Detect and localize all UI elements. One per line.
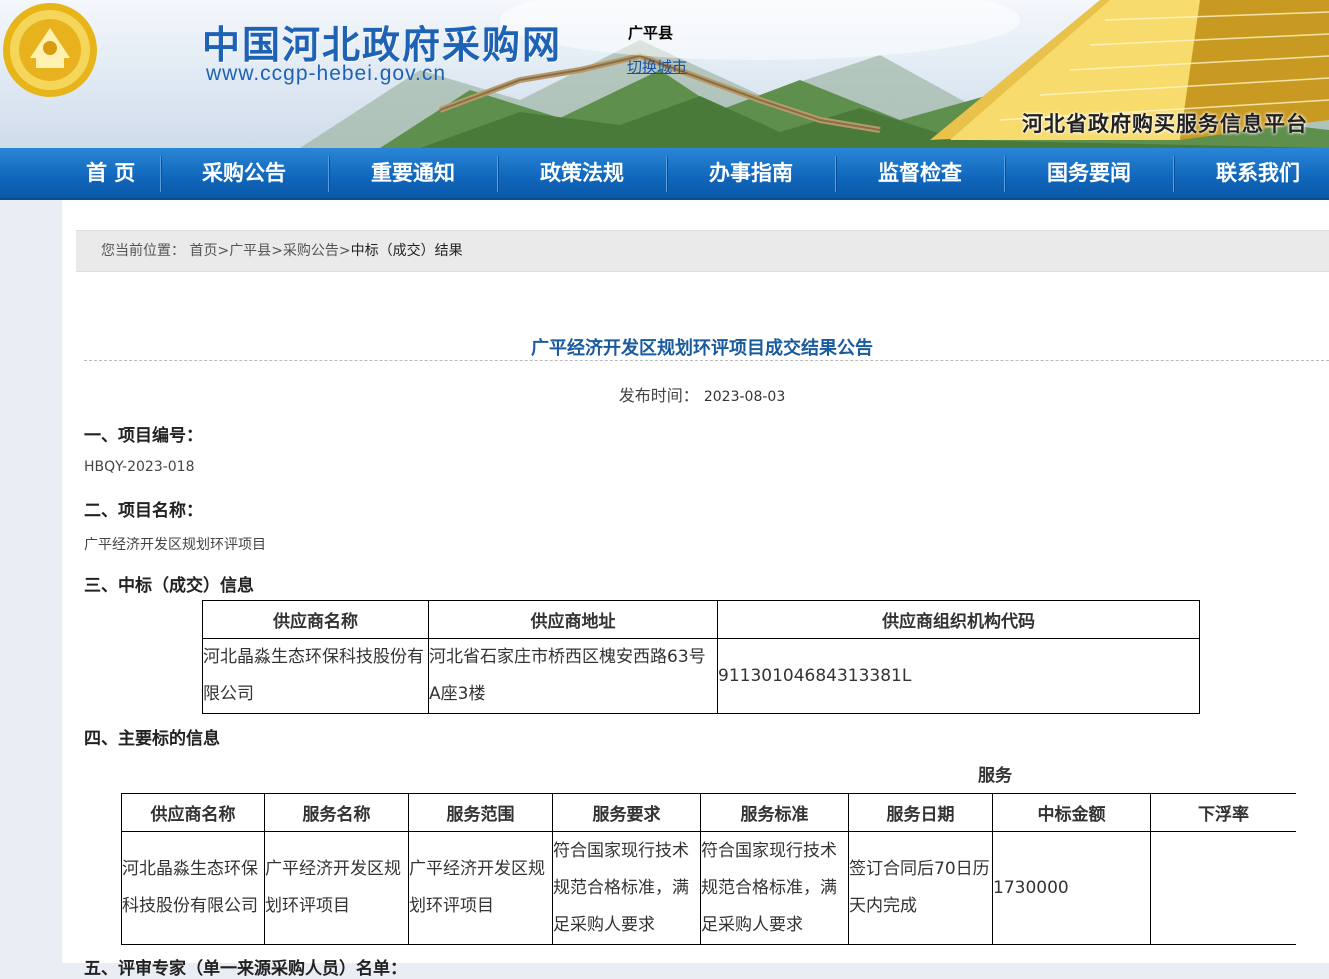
nav-contact[interactable]: 联系我们 xyxy=(1216,148,1300,198)
table-cell: 河北省石家庄市桥西区槐安西路63号A座3楼 xyxy=(428,638,718,714)
project-name-value: 广平经济开发区规划环评项目 xyxy=(84,537,266,553)
section-award-info-heading: 三、中标（成交）信息 xyxy=(84,576,254,596)
nav-home[interactable]: 首 页 xyxy=(86,148,135,198)
table-header-cell: 供应商组织机构代码 xyxy=(717,600,1200,639)
publish-date-value: 2023-08-03 xyxy=(703,389,786,405)
table-header-row: 供应商名称 供应商地址 供应商组织机构代码 xyxy=(202,600,1200,639)
nav-divider xyxy=(160,156,162,192)
table-row: 河北晶淼生态环保科技股份有限公司 河北省石家庄市桥西区槐安西路63号A座3楼 9… xyxy=(202,638,1200,714)
nav-supervision[interactable]: 监督检查 xyxy=(878,148,962,198)
breadcrumb-sep: > xyxy=(338,243,351,259)
breadcrumb-prefix: 您当前位置： xyxy=(101,243,185,259)
breadcrumb-region[interactable]: 广平县 xyxy=(229,243,271,259)
nav-divider xyxy=(497,156,499,192)
table-cell xyxy=(1150,831,1296,945)
table-header-cell: 服务日期 xyxy=(848,793,993,832)
table-header-row: 供应商名称 服务名称 服务范围 服务要求 服务标准 服务日期 中标金额 下浮率 xyxy=(121,793,1296,832)
table-header-cell: 下浮率 xyxy=(1150,793,1296,832)
project-number-value: HBQY-2023-018 xyxy=(84,459,195,475)
table-cell: 签订合同后70日历天内完成 xyxy=(848,831,993,945)
breadcrumb-current: 中标（成交）结果 xyxy=(350,243,463,259)
section-experts-heading: 五、评审专家（单一来源采购人员）名单： xyxy=(84,959,407,979)
table-cell: 广平经济开发区规划环评项目 xyxy=(408,831,553,945)
nav-divider xyxy=(1173,156,1175,192)
table-cell: 符合国家现行技术规范合格标准，满足采购人要求 xyxy=(700,831,849,945)
table-cell: 河北晶淼生态环保科技股份有限公司 xyxy=(121,831,265,945)
site-url: www.ccgp-hebei.gov.cn xyxy=(206,62,447,85)
table-cell: 1730000 xyxy=(992,831,1151,945)
service-group-label: 服务 xyxy=(978,766,1012,786)
government-emblem-icon xyxy=(3,3,97,97)
nav-divider xyxy=(835,156,837,192)
title-divider xyxy=(84,360,1329,361)
main-nav: 首 页 采购公告 重要通知 政策法规 办事指南 监督检查 国务要闻 联系我们 xyxy=(0,148,1329,200)
section-project-number-heading: 一、项目编号： xyxy=(84,426,203,446)
page-title: 广平经济开发区规划环评项目成交结果公告 xyxy=(531,338,873,359)
table-header-cell: 供应商名称 xyxy=(202,600,429,639)
table-header-cell: 供应商地址 xyxy=(428,600,718,639)
table-cell: 河北晶淼生态环保科技股份有限公司 xyxy=(202,638,429,714)
breadcrumb-notices[interactable]: 采购公告 xyxy=(283,243,339,259)
nav-divider xyxy=(1004,156,1006,192)
site-title: 中国河北政府采购网 xyxy=(202,23,563,67)
service-table: 供应商名称 服务名称 服务范围 服务要求 服务标准 服务日期 中标金额 下浮率 … xyxy=(121,793,1296,945)
table-header-cell: 服务标准 xyxy=(700,793,849,832)
table-cell: 符合国家现行技术规范合格标准，满足采购人要求 xyxy=(552,831,701,945)
breadcrumb-sep: > xyxy=(217,243,230,259)
breadcrumb-home[interactable]: 首页 xyxy=(189,243,217,259)
nav-state-news[interactable]: 国务要闻 xyxy=(1047,148,1131,198)
table-cell: 91130104684313381L xyxy=(717,638,1200,714)
nav-divider xyxy=(328,156,330,192)
section-main-subject-heading: 四、主要标的信息 xyxy=(84,729,220,749)
section-project-name-heading: 二、项目名称： xyxy=(84,501,203,521)
nav-procurement-notices[interactable]: 采购公告 xyxy=(202,148,286,198)
publish-date: 发布时间： 2023-08-03 xyxy=(62,382,1329,406)
table-header-cell: 服务要求 xyxy=(552,793,701,832)
platform-name: 河北省政府购买服务信息平台 xyxy=(1022,112,1308,136)
header-banner: 中国河北政府采购网 www.ccgp-hebei.gov.cn 广平县 切换城市… xyxy=(0,0,1329,148)
table-row: 河北晶淼生态环保科技股份有限公司 广平经济开发区规划环评项目 广平经济开发区规划… xyxy=(121,831,1296,945)
nav-divider xyxy=(666,156,668,192)
table-header-cell: 服务范围 xyxy=(408,793,553,832)
breadcrumb-sep: > xyxy=(271,243,283,259)
table-header-cell: 中标金额 xyxy=(992,793,1151,832)
table-cell: 广平经济开发区规划环评项目 xyxy=(264,831,409,945)
content-panel: 您当前位置： 首页>广平县>采购公告>中标（成交）结果 广平经济开发区规划环评项… xyxy=(62,200,1329,979)
table-header-cell: 供应商名称 xyxy=(121,793,265,832)
switch-city-link[interactable]: 切换城市 xyxy=(627,56,687,77)
table-header-cell: 服务名称 xyxy=(264,793,409,832)
supplier-table: 供应商名称 供应商地址 供应商组织机构代码 河北晶淼生态环保科技股份有限公司 河… xyxy=(202,600,1200,714)
breadcrumb: 您当前位置： 首页>广平县>采购公告>中标（成交）结果 xyxy=(76,230,1329,272)
current-region: 广平县 xyxy=(628,24,674,42)
nav-important-notices[interactable]: 重要通知 xyxy=(371,148,455,198)
nav-policies[interactable]: 政策法规 xyxy=(540,148,624,198)
publish-date-label: 发布时间： xyxy=(618,386,699,405)
nav-guide[interactable]: 办事指南 xyxy=(709,148,793,198)
